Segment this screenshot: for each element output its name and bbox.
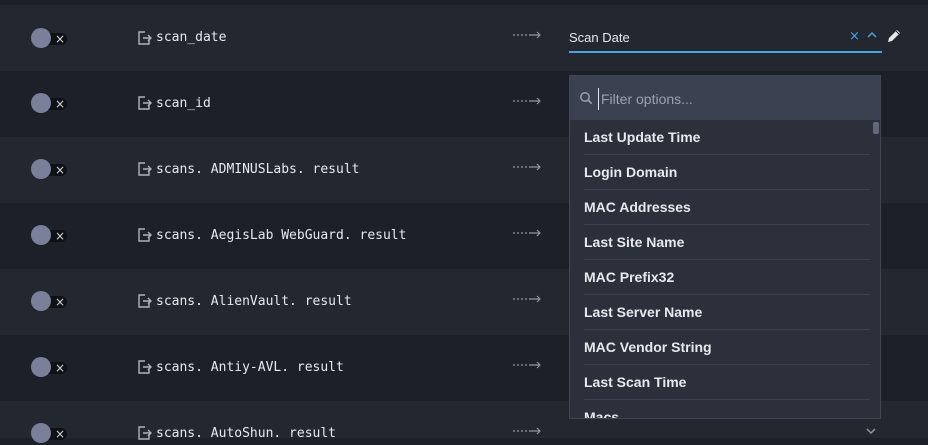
field-name: scans. AegisLab WebGuard. result	[156, 228, 407, 243]
close-icon[interactable]: ×	[849, 29, 860, 44]
toggle-off-icon: ×	[55, 97, 66, 111]
toggle-off-icon: ×	[55, 229, 66, 243]
dropdown-option[interactable]: MAC Prefix32	[584, 260, 870, 295]
options-dropdown: Last Update Time Login Domain MAC Addres…	[569, 75, 881, 419]
field-export-icon	[138, 31, 152, 45]
toggle-off-icon: ×	[55, 163, 66, 177]
dropdown-option[interactable]: Login Domain	[584, 155, 870, 190]
toggle-knob	[31, 28, 51, 48]
dropdown-option[interactable]: Last Server Name	[584, 295, 870, 330]
filter-bar	[570, 76, 880, 120]
field-name: scans. AutoShun. result	[156, 426, 337, 441]
dropdown-option[interactable]: Last Update Time	[584, 120, 870, 155]
mapping-arrow-icon	[513, 361, 541, 369]
mapping-select-value: Scan Date	[569, 30, 630, 45]
dropdown-option[interactable]: MAC Vendor String	[584, 330, 870, 365]
toggle-knob	[31, 357, 51, 377]
field-export-icon	[138, 162, 152, 176]
mapping-arrow-icon	[513, 427, 541, 435]
filter-options-input[interactable]	[598, 88, 863, 110]
toggle-off-icon: ×	[55, 361, 66, 375]
toggle-switch[interactable]: ×	[31, 28, 67, 50]
mapping-arrow-icon	[513, 31, 541, 39]
chevron-down-icon[interactable]	[864, 426, 878, 436]
toggle-off-icon: ×	[55, 427, 66, 441]
field-name: scan_date	[156, 30, 227, 45]
pencil-icon[interactable]	[886, 28, 902, 44]
dropdown-option[interactable]: Macs	[584, 400, 870, 418]
mapping-arrow-icon	[513, 229, 541, 237]
field-export-icon	[138, 360, 152, 374]
field-name: scans. ADMINUSLabs. result	[156, 162, 360, 177]
field-export-icon	[138, 228, 152, 242]
chevron-up-icon[interactable]	[865, 30, 879, 40]
toggle-switch[interactable]: ×	[31, 423, 67, 445]
field-name: scans. Antiy-AVL. result	[156, 360, 344, 375]
toggle-knob	[31, 291, 51, 311]
dropdown-scrollbar[interactable]	[873, 122, 879, 134]
toggle-switch[interactable]: ×	[31, 291, 67, 313]
mapping-select[interactable]: Scan Date ×	[569, 26, 882, 53]
toggle-switch[interactable]: ×	[31, 93, 67, 115]
field-name: scan_id	[156, 96, 211, 111]
mapping-arrow-icon	[513, 295, 541, 303]
mapping-arrow-icon	[513, 97, 541, 105]
dropdown-option[interactable]: Last Site Name	[584, 225, 870, 260]
field-export-icon	[138, 96, 152, 110]
toggle-knob	[31, 225, 51, 245]
toggle-switch[interactable]: ×	[31, 225, 67, 247]
toggle-switch[interactable]: ×	[31, 159, 67, 181]
toggle-off-icon: ×	[55, 295, 66, 309]
field-export-icon	[138, 426, 152, 440]
options-list: Last Update Time Login Domain MAC Addres…	[570, 120, 880, 418]
field-name: scans. AlienVault. result	[156, 294, 352, 309]
search-icon	[580, 92, 593, 105]
toggle-switch[interactable]: ×	[31, 357, 67, 379]
toggle-off-icon: ×	[55, 32, 66, 46]
toggle-knob	[31, 423, 51, 443]
toggle-knob	[31, 159, 51, 179]
dropdown-option[interactable]: Last Scan Time	[584, 365, 870, 400]
dropdown-option[interactable]: MAC Addresses	[584, 190, 870, 225]
mapping-arrow-icon	[513, 163, 541, 171]
field-export-icon	[138, 294, 152, 308]
toggle-knob	[31, 93, 51, 113]
